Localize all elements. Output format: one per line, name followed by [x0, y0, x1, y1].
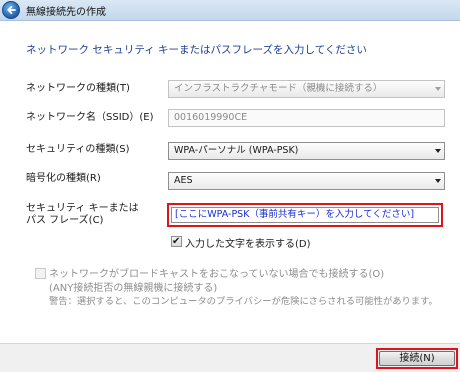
back-arrow-icon [7, 5, 16, 15]
broadcast-sublabel: (ANY接続拒否の無線親機に接続する) [49, 283, 218, 294]
chevron-down-icon [435, 179, 441, 183]
connect-button[interactable]: 接続(N) [379, 351, 455, 366]
passphrase-value: [ここにWPA-PSK（事前共有キー）を入力してください] [175, 209, 415, 220]
show-chars-label: 入力した文字を表示する(D) [185, 239, 311, 250]
security-type-value: WPA-パーソナル (WPA-PSK) [174, 145, 299, 156]
broadcast-warning: 警告：選択すると、このコンピュータのプライバシーが危険にさらされる可能性がありま… [49, 296, 438, 307]
broadcast-checkbox[interactable] [35, 268, 46, 279]
encryption-type-label: 暗号化の種類(R) [26, 173, 101, 184]
security-type-select[interactable]: WPA-パーソナル (WPA-PSK) [168, 142, 445, 160]
network-type-value: インフラストラクチャモード（親機に接続する） [174, 83, 383, 94]
passphrase-highlight: [ここにWPA-PSK（事前共有キー）を入力してください] [167, 203, 443, 227]
connect-highlight: 接続(N) [376, 348, 458, 369]
encryption-type-value: AES [174, 175, 193, 186]
chevron-down-icon [435, 87, 441, 91]
ssid-field[interactable]: 0016019990CE [168, 109, 445, 127]
passphrase-label-line2: パス フレーズ(C) [26, 215, 104, 226]
passphrase-label-line1: セキュリティ キーまたは [26, 203, 139, 214]
back-button[interactable] [2, 1, 20, 19]
checkmark-icon: ✔ [172, 236, 181, 247]
page-heading: ネットワーク セキュリティ キーまたはパスフレーズを入力してください [26, 44, 367, 56]
title-bar: 無線接続先の作成 [0, 0, 460, 21]
ssid-label: ネットワーク名（SSID）(E) [26, 112, 154, 123]
window-title: 無線接続先の作成 [26, 7, 106, 18]
security-type-label: セキュリティの種類(S) [26, 144, 130, 155]
encryption-type-select[interactable]: AES [168, 172, 445, 190]
chevron-down-icon [435, 149, 441, 153]
broadcast-label: ネットワークがブロードキャストをおこなっていない場合でも接続する(O) [49, 269, 385, 280]
network-type-select[interactable]: インフラストラクチャモード（親機に接続する） [168, 80, 445, 98]
show-chars-checkbox[interactable]: ✔ [171, 236, 182, 247]
passphrase-input[interactable]: [ここにWPA-PSK（事前共有キー）を入力してください] [171, 207, 439, 223]
ssid-value: 0016019990CE [174, 112, 248, 123]
network-type-label: ネットワークの種類(T) [26, 83, 130, 94]
